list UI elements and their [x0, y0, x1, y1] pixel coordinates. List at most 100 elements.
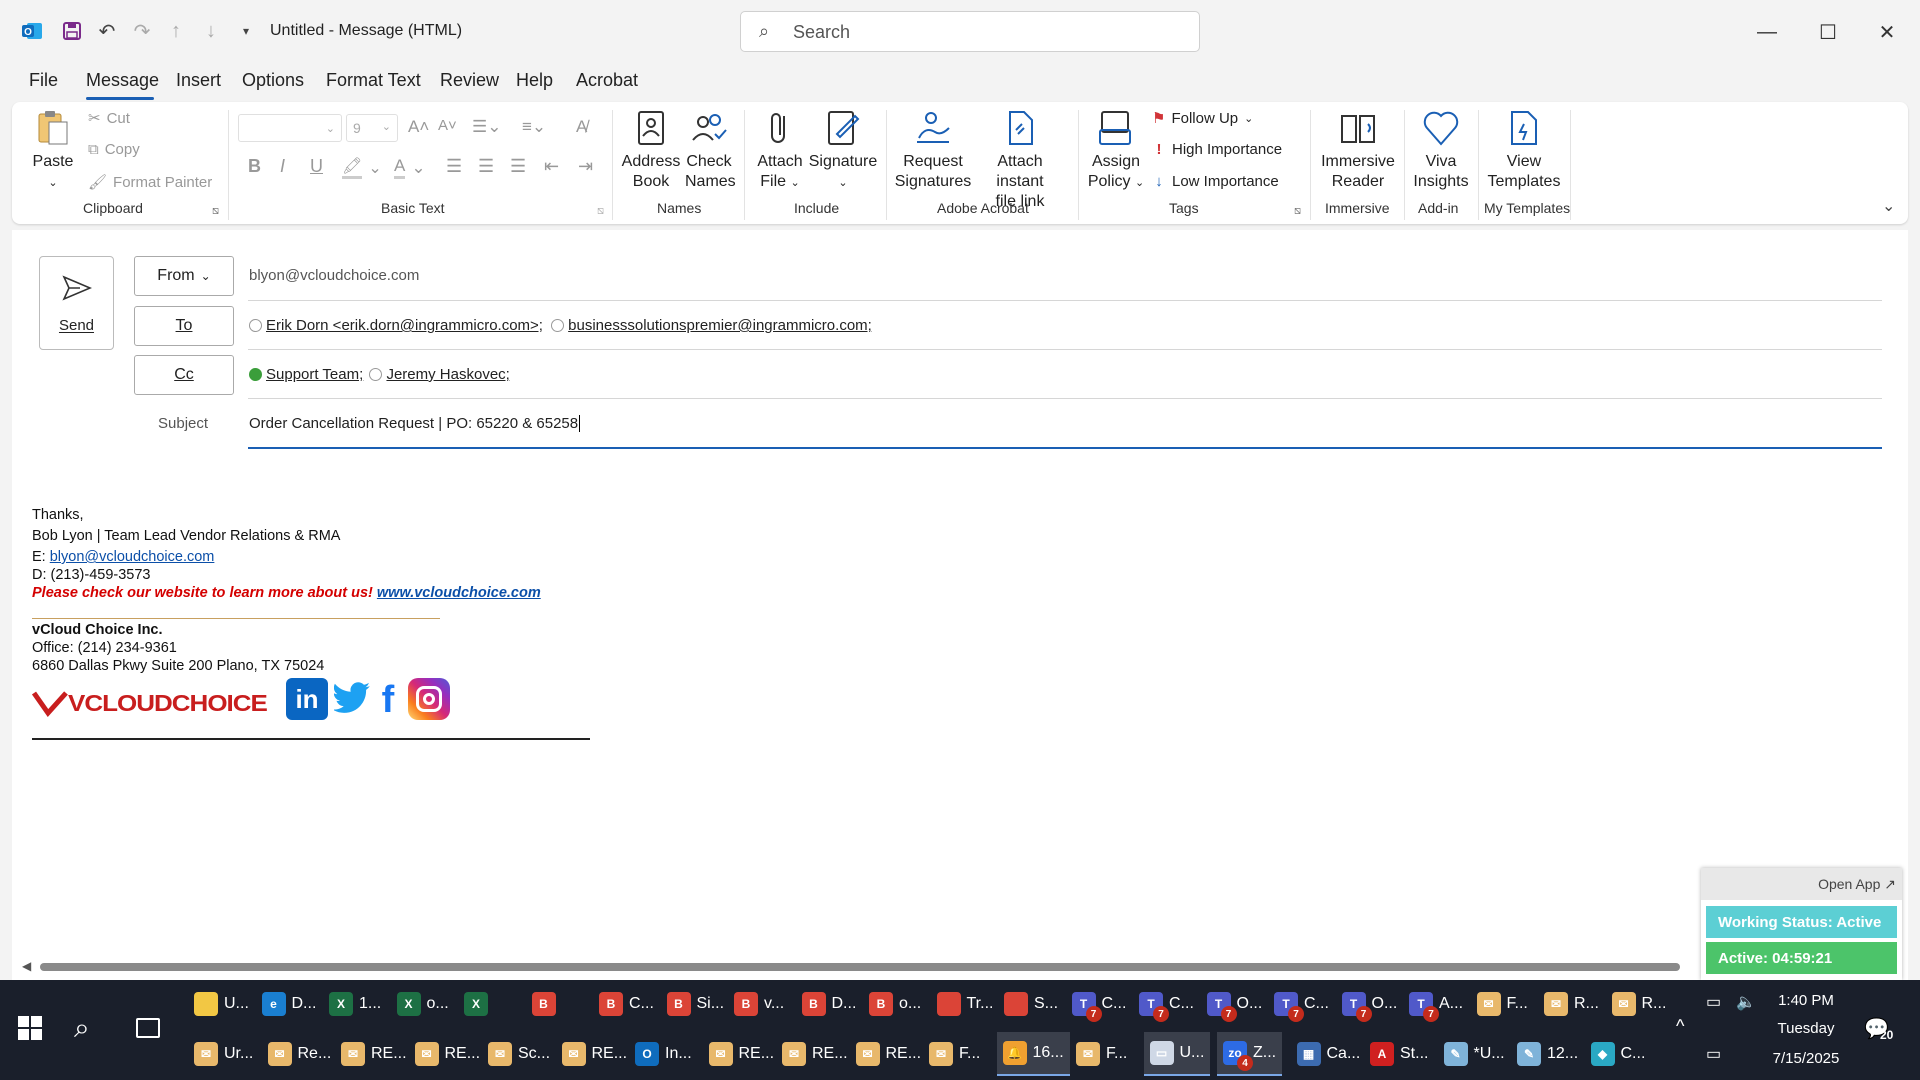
taskbar-app-button[interactable]: U...: [188, 982, 255, 1026]
clock-time[interactable]: 1:40 PM: [1746, 992, 1866, 1009]
recipient-chip[interactable]: Erik Dorn <erik.dorn@ingrammicro.com>;: [266, 317, 543, 334]
follow-up-button[interactable]: ⚑ Follow Up ⌄: [1152, 109, 1253, 128]
taskbar-app-button[interactable]: ✉ RE...: [556, 1032, 634, 1076]
taskbar-app-button[interactable]: ✉ R...: [1538, 982, 1605, 1026]
taskbar-app-button[interactable]: T 7 C...: [1268, 982, 1335, 1026]
taskbar-app-button[interactable]: ✉ Re...: [262, 1032, 338, 1076]
taskbar-app-button[interactable]: Xo...: [391, 982, 455, 1026]
request-signatures-button[interactable]: Request Signatures: [893, 108, 973, 192]
minimize-icon[interactable]: —: [1747, 14, 1787, 50]
recipient-chip[interactable]: Jeremy Haskovec;: [386, 366, 509, 383]
previous-item-icon[interactable]: ↑: [161, 16, 191, 46]
check-names-button[interactable]: Check Names: [685, 108, 736, 192]
font-size-dropdown[interactable]: 9 ⌄: [346, 114, 398, 142]
grow-font-icon[interactable]: A˄: [408, 117, 429, 137]
taskbar-app-button[interactable]: ✉ Sc...: [482, 1032, 556, 1076]
menu-format-text[interactable]: Format Text: [326, 70, 421, 91]
align-right-icon[interactable]: ☰: [510, 156, 526, 177]
immersive-reader-button[interactable]: Immersive Reader: [1318, 108, 1398, 192]
taskbar-app-button[interactable]: ✉ F...: [1070, 1032, 1133, 1076]
high-importance-button[interactable]: ! High Importance: [1152, 141, 1283, 158]
taskbar-app-button[interactable]: T 7 C...: [1066, 982, 1133, 1026]
taskbar-app-button[interactable]: S...: [998, 982, 1064, 1026]
bold-icon[interactable]: B: [248, 156, 261, 177]
taskbar-app-button[interactable]: T 7 C...: [1133, 982, 1200, 1026]
taskbar-app-button[interactable]: B Si...: [661, 982, 731, 1026]
taskbar-app-button[interactable]: T 7 O...: [1336, 982, 1404, 1026]
website-link[interactable]: www.vcloudchoice.com: [377, 585, 541, 601]
taskbar-app-button[interactable]: X 1...: [323, 982, 387, 1026]
linkedin-icon[interactable]: in: [286, 678, 328, 720]
view-templates-button[interactable]: View Templates: [1484, 108, 1564, 192]
to-field[interactable]: Erik Dorn <erik.dorn@ingrammicro.com>; b…: [249, 317, 872, 334]
taskbar-app-button[interactable]: T 7 O...: [1201, 982, 1269, 1026]
align-center-icon[interactable]: ☰: [478, 156, 494, 177]
close-icon[interactable]: ✕: [1867, 14, 1907, 50]
underline-icon[interactable]: U: [310, 156, 323, 177]
increase-indent-icon[interactable]: ⇥: [578, 156, 593, 177]
taskbar-app-button[interactable]: B: [526, 982, 568, 1026]
taskbar-app-button[interactable]: ✉ F...: [1471, 982, 1534, 1026]
send-button[interactable]: Send: [39, 256, 114, 350]
taskbar-app-button[interactable]: ✉ RE...: [850, 1032, 928, 1076]
taskbar-app-button[interactable]: ✉ RE...: [776, 1032, 854, 1076]
subject-input[interactable]: Order Cancellation Request | PO: 65220 &…: [249, 415, 581, 432]
task-view-icon[interactable]: [136, 1018, 160, 1038]
recipient-chip[interactable]: Support Team;: [266, 366, 363, 383]
horizontal-scrollbar[interactable]: ◀: [20, 959, 1700, 974]
menu-help[interactable]: Help: [516, 70, 553, 91]
taskbar-app-button[interactable]: ✉ F...: [923, 1032, 986, 1076]
copy-button[interactable]: ⧉ Copy: [88, 141, 140, 158]
menu-options[interactable]: Options: [242, 70, 304, 91]
taskbar-app-button[interactable]: X: [458, 982, 500, 1026]
cc-field[interactable]: Support Team; Jeremy Haskovec;: [249, 366, 510, 383]
instagram-icon[interactable]: [408, 678, 450, 720]
recipient-chip[interactable]: businesssolutionspremier@ingrammicro.com…: [568, 317, 872, 334]
dialog-launcher-icon[interactable]: ⧅: [212, 205, 219, 218]
next-item-icon[interactable]: ↓: [196, 16, 226, 46]
taskbar-app-button[interactable]: ✉ RE...: [703, 1032, 781, 1076]
scroll-left-icon[interactable]: ◀: [22, 959, 31, 973]
search-box[interactable]: ⌕ Search: [740, 11, 1200, 52]
menu-acrobat[interactable]: Acrobat: [576, 70, 638, 91]
customize-qat-icon[interactable]: ▾: [231, 16, 261, 46]
taskbar-app-button[interactable]: O In...: [629, 1032, 698, 1076]
taskbar-app-button[interactable]: ✉ Ur...: [188, 1032, 259, 1076]
taskbar-app-button[interactable]: Bo...: [863, 982, 927, 1026]
open-app-link[interactable]: Open App ↗: [1818, 876, 1896, 893]
shrink-font-icon[interactable]: A˅: [438, 117, 457, 134]
email-link[interactable]: blyon@vcloudchoice.com: [50, 549, 215, 565]
dialog-launcher-icon[interactable]: ⧅: [597, 205, 604, 218]
taskbar-app-button[interactable]: ✉ R...: [1606, 982, 1673, 1026]
font-color-icon[interactable]: A ⌄: [394, 156, 426, 179]
taskbar-app-button[interactable]: 🔔 16...: [996, 1032, 1070, 1076]
menu-insert[interactable]: Insert: [176, 70, 221, 91]
taskbar-app-button[interactable]: ✉ RE...: [409, 1032, 487, 1076]
dialog-launcher-icon[interactable]: ⧅: [1294, 205, 1301, 218]
clock-day[interactable]: Tuesday: [1746, 1020, 1866, 1037]
taskbar-app-button[interactable]: T 7 A...: [1403, 982, 1469, 1026]
paste-button[interactable]: Paste ⌄: [30, 108, 76, 193]
signature-button[interactable]: Signature ⌄: [808, 108, 878, 193]
assign-policy-button[interactable]: Assign Policy ⌄: [1084, 108, 1148, 193]
taskbar-app-button[interactable]: ✎ 12...: [1511, 1032, 1584, 1076]
from-button[interactable]: From ⌄: [134, 256, 234, 296]
twitter-icon[interactable]: [332, 680, 372, 721]
battery-icon[interactable]: ▭: [1706, 992, 1721, 1012]
redo-icon[interactable]: ↷: [127, 16, 157, 46]
bullets-icon[interactable]: ☰⌄: [472, 117, 501, 137]
cut-button[interactable]: ✂ Cut: [88, 109, 130, 128]
clock-date[interactable]: 7/15/2025: [1746, 1050, 1866, 1067]
align-left-icon[interactable]: ☰: [446, 156, 462, 177]
low-importance-button[interactable]: ↓ Low Importance: [1152, 173, 1278, 190]
maximize-icon[interactable]: ☐: [1808, 14, 1848, 50]
attach-instant-link-button[interactable]: Attach instant file link: [973, 108, 1067, 212]
taskbar-app-button[interactable]: ✎ *U...: [1438, 1032, 1511, 1076]
cc-button[interactable]: Cc: [134, 355, 234, 395]
menu-file[interactable]: File: [29, 70, 58, 91]
taskbar-app-button[interactable]: A St...: [1364, 1032, 1434, 1076]
numbering-icon[interactable]: ≡⌄: [522, 117, 546, 137]
taskbar-app-button[interactable]: zo 4 Z...: [1217, 1032, 1283, 1076]
format-painter-button[interactable]: 🖌 Format Painter: [88, 173, 212, 192]
highlight-icon[interactable]: 🖍 ⌄: [342, 156, 382, 179]
